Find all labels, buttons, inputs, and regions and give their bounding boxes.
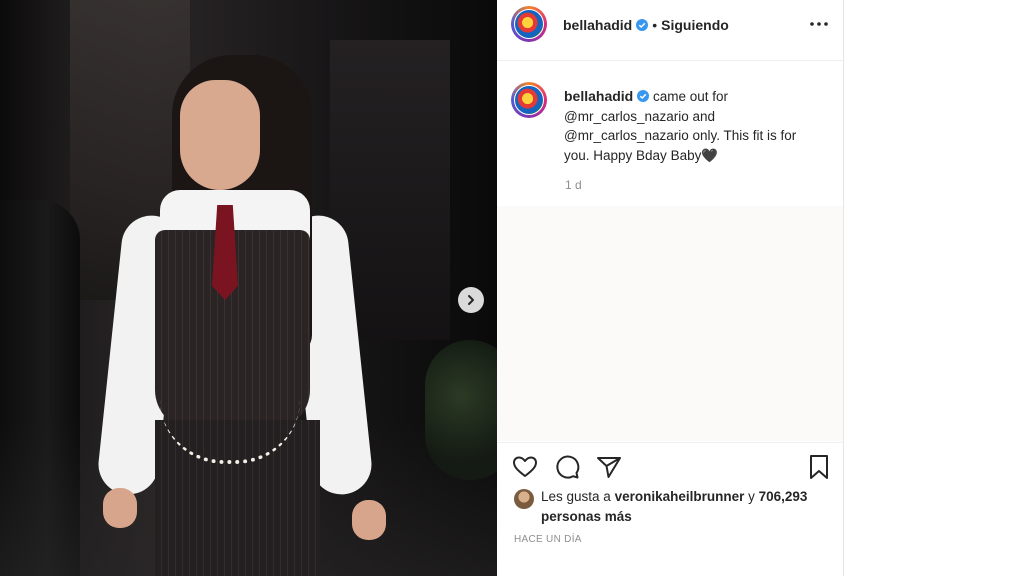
- following-button[interactable]: Siguiendo: [661, 17, 729, 33]
- header-username[interactable]: bellahadid: [563, 17, 632, 33]
- caption-text-part2: and: [688, 108, 716, 124]
- next-image-button[interactable]: [458, 287, 484, 313]
- liker-username[interactable]: veronikaheilbrunner: [615, 489, 745, 504]
- verified-badge-icon: [636, 19, 649, 31]
- caption-time[interactable]: 1 d: [565, 178, 582, 192]
- likes-text: Les gusta a veronikaheilbrunner y 706,29…: [541, 487, 831, 527]
- header-text: bellahadid • Siguiendo: [563, 17, 729, 33]
- verified-badge-icon: [637, 90, 650, 102]
- liker-avatar[interactable]: [514, 489, 534, 509]
- page-background: [844, 0, 1024, 576]
- caption-mention-2[interactable]: @mr_carlos_nazario: [564, 128, 689, 143]
- figure-face: [180, 80, 260, 190]
- likes-prefix: Les gusta a: [541, 489, 615, 504]
- more-horizontal-icon[interactable]: [807, 14, 831, 34]
- post-header: bellahadid • Siguiendo: [497, 0, 843, 61]
- header-avatar[interactable]: [511, 6, 547, 42]
- bookmark-icon[interactable]: [805, 453, 833, 481]
- post-timestamp[interactable]: HACE UN DÍA: [514, 534, 582, 545]
- caption-avatar[interactable]: [511, 82, 547, 118]
- caption-text-part1: came out for: [649, 89, 729, 104]
- post-side-panel: bellahadid • Siguiendo bellahadid came out…: [497, 0, 844, 576]
- caption-text: bellahadid came out for @mr_carlos_nazar…: [564, 87, 819, 165]
- heart-icon[interactable]: [511, 453, 539, 481]
- action-bar: [497, 442, 843, 493]
- share-icon[interactable]: [595, 453, 623, 481]
- figure-hand-right: [352, 500, 386, 540]
- caption-mention-1[interactable]: @mr_carlos_nazario: [564, 109, 689, 124]
- likes-middle: y: [744, 489, 759, 504]
- figure-hand-left: [103, 488, 137, 528]
- comments-area: [497, 206, 843, 441]
- black-heart-emoji: 🖤: [701, 147, 719, 163]
- header-separator: •: [652, 17, 658, 33]
- caption-username[interactable]: bellahadid: [564, 88, 633, 104]
- comment-icon[interactable]: [553, 453, 581, 481]
- post-photo[interactable]: [0, 0, 497, 576]
- chevron-right-icon: [468, 295, 474, 305]
